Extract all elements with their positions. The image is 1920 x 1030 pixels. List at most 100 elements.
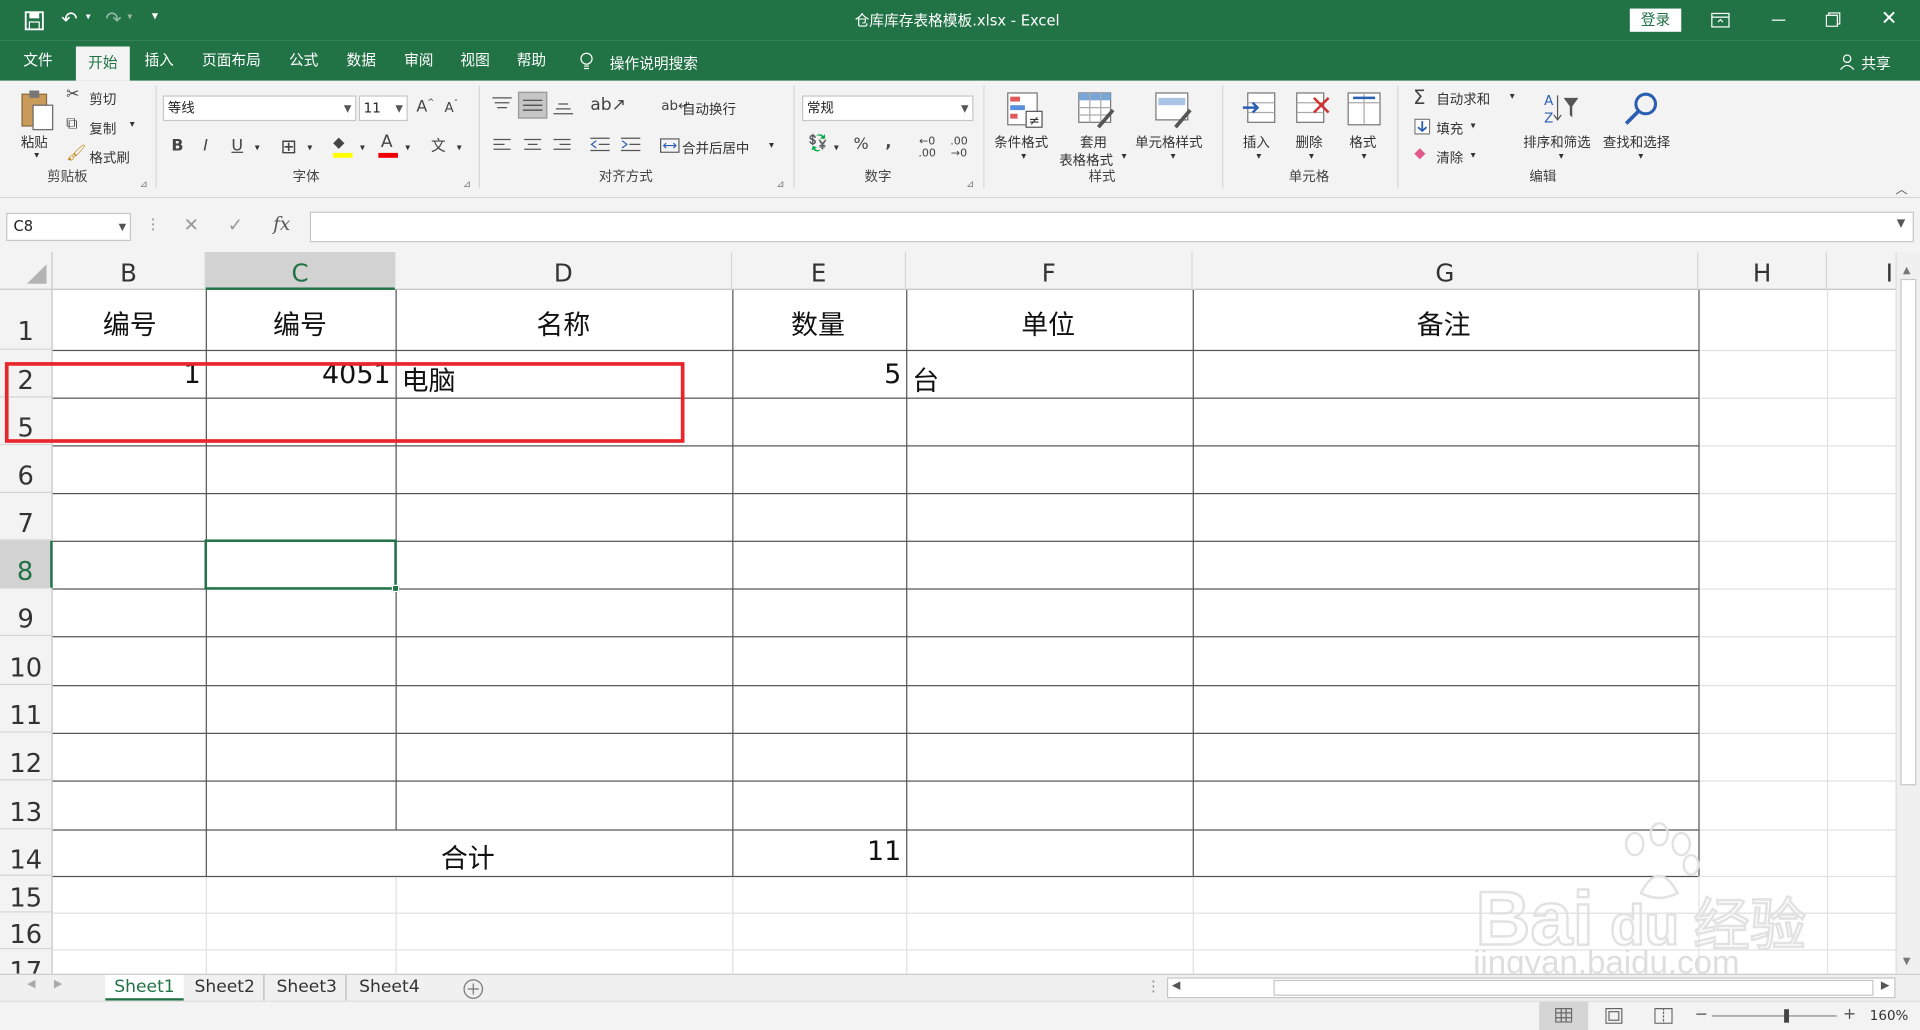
tab-insert[interactable]: 插入 [137,40,181,80]
row-header-6[interactable]: 6 [0,445,53,493]
currency-dropdown-icon[interactable]: ▾ [834,142,839,153]
border-icon[interactable]: ⊞ [280,135,296,158]
zoom-slider-thumb[interactable] [1784,1009,1789,1023]
format-table-label-1[interactable]: 套用 [1080,132,1107,152]
zoom-level[interactable]: 160% [1870,1008,1909,1024]
insert-function-icon[interactable]: fx [273,213,290,235]
find-dropdown-icon[interactable]: ▾ [1638,150,1643,161]
vertical-scrollbar[interactable]: ▲ ▼ [1895,251,1920,974]
prev-sheet-icon[interactable]: ◀ [27,979,35,991]
page-break-view-icon[interactable] [1654,1007,1673,1024]
hscroll-thumb[interactable] [1273,979,1874,996]
autosum-button[interactable]: 自动求和 [1436,89,1490,109]
align-top-icon[interactable] [492,97,512,112]
scroll-up-icon[interactable]: ▲ [1903,264,1911,275]
tab-data[interactable]: 数据 [339,40,383,80]
row-header-9[interactable]: 9 [0,588,53,637]
copy-button[interactable]: 复制 [89,119,116,139]
cell-styles-dropdown-icon[interactable]: ▾ [1171,150,1176,161]
tab-page-layout[interactable]: 页面布局 [196,40,267,80]
insert-dropdown-icon[interactable]: ▾ [1256,150,1261,161]
cell-f1[interactable]: 单位 [1021,303,1075,342]
more-options-icon[interactable]: ⋮ [146,215,161,232]
page-layout-view-icon[interactable] [1605,1007,1623,1024]
align-left-icon[interactable] [493,138,511,153]
horizontal-scrollbar[interactable]: ◀ ▶ [1166,977,1896,999]
share-button[interactable]: 共享 [1861,53,1890,74]
row-header-15[interactable]: 15 [0,875,53,913]
increase-indent-icon[interactable] [620,137,641,153]
row-header-8[interactable]: 8 [0,540,53,589]
alignment-launcher-icon[interactable]: ⊿ [776,179,784,190]
wrap-text-button[interactable]: 自动换行 [682,99,736,119]
merge-center-icon[interactable] [660,138,680,153]
redo-dropdown-icon[interactable]: ▾ [127,11,132,22]
cell-f2[interactable]: 台 [912,360,939,399]
zoom-in-icon[interactable]: + [1843,1006,1856,1024]
find-select-button[interactable]: 查找和选择 [1603,132,1670,152]
scroll-down-icon[interactable]: ▼ [1903,955,1911,966]
scissors-icon[interactable]: ✂ [66,86,79,104]
phonetic-icon[interactable]: 文 [431,135,446,156]
conditional-format-icon[interactable]: ≠ [1005,91,1044,130]
increase-decimal-icon[interactable]: ←0.00 [918,136,936,160]
delete-cells-icon[interactable] [1294,91,1331,128]
collapse-ribbon-icon[interactable]: ︿ [1896,179,1908,196]
fill-button[interactable]: 填充 [1436,119,1463,139]
format-painter-button[interactable]: 格式刷 [89,148,129,168]
expand-formula-icon[interactable]: ▼ [1897,218,1905,230]
tab-review[interactable]: 审阅 [397,40,441,80]
italic-icon[interactable]: I [203,137,208,155]
format-cells-icon[interactable] [1346,91,1383,128]
column-header-e[interactable]: E [732,251,907,290]
number-format-select[interactable]: 常规 ▼ [802,95,974,122]
next-sheet-icon[interactable]: ▶ [54,979,62,991]
cell-e2[interactable]: 5 [857,360,901,391]
sort-filter-icon[interactable]: AZ [1542,91,1581,128]
add-sheet-icon[interactable] [463,979,484,1000]
format-as-table-icon[interactable] [1076,91,1115,130]
sort-dropdown-icon[interactable]: ▾ [1559,150,1564,161]
active-cell-c8[interactable] [204,539,397,590]
ribbon-display-icon[interactable] [1711,12,1731,28]
zoom-out-icon[interactable]: − [1695,1006,1708,1024]
decrease-font-icon[interactable]: Aˇ [444,99,458,116]
tab-help[interactable]: 帮助 [509,40,553,80]
enter-check-icon[interactable]: ✓ [228,214,243,236]
align-center-icon[interactable] [524,138,542,153]
align-right-icon[interactable] [553,138,571,153]
scrollbar-thumb[interactable] [1900,278,1917,786]
cut-button[interactable]: 剪切 [89,89,116,109]
insert-cells-icon[interactable] [1240,91,1277,128]
eraser-icon[interactable]: ⬥ [1414,144,1425,162]
tab-split-icon[interactable]: ⋮ [1146,977,1161,994]
find-select-icon[interactable] [1621,91,1660,128]
tab-home[interactable]: 开始 [75,46,130,81]
row-header-13[interactable]: 13 [0,780,53,830]
column-header-b[interactable]: B [52,251,206,290]
select-all-corner[interactable] [0,251,53,290]
save-icon[interactable] [24,11,44,31]
row-header-12[interactable]: 12 [0,732,53,781]
tab-view[interactable]: 视图 [453,40,497,80]
fill-dropdown-icon[interactable]: ▾ [360,142,365,153]
formula-input[interactable] [309,211,1914,243]
cell-styles-button[interactable]: 单元格样式 [1135,132,1202,152]
sheet-tab-4[interactable]: Sheet4 [350,975,428,1001]
sheet-tab-2[interactable]: Sheet2 [186,974,265,1001]
sheet-tab-1[interactable]: Sheet1 [105,974,184,1001]
cell-c14-total-label[interactable]: 合计 [441,837,495,876]
close-icon[interactable]: ✕ [1881,6,1897,29]
format-dropdown-icon[interactable]: ▾ [1362,150,1367,161]
paste-dropdown-icon[interactable]: ▾ [34,149,39,160]
tab-formulas[interactable]: 公式 [282,40,326,80]
zoom-slider[interactable] [1711,1015,1837,1017]
column-header-d[interactable]: D [395,251,733,290]
merge-dropdown-icon[interactable]: ▾ [769,139,774,150]
fill-handle[interactable] [391,584,400,593]
normal-view-button[interactable] [1539,1001,1589,1030]
row-header-11[interactable]: 11 [0,685,53,733]
copy-icon[interactable]: ⧉ [66,115,77,133]
tab-file[interactable]: 文件 [15,40,62,80]
autosum-dropdown-icon[interactable]: ▾ [1510,91,1515,102]
